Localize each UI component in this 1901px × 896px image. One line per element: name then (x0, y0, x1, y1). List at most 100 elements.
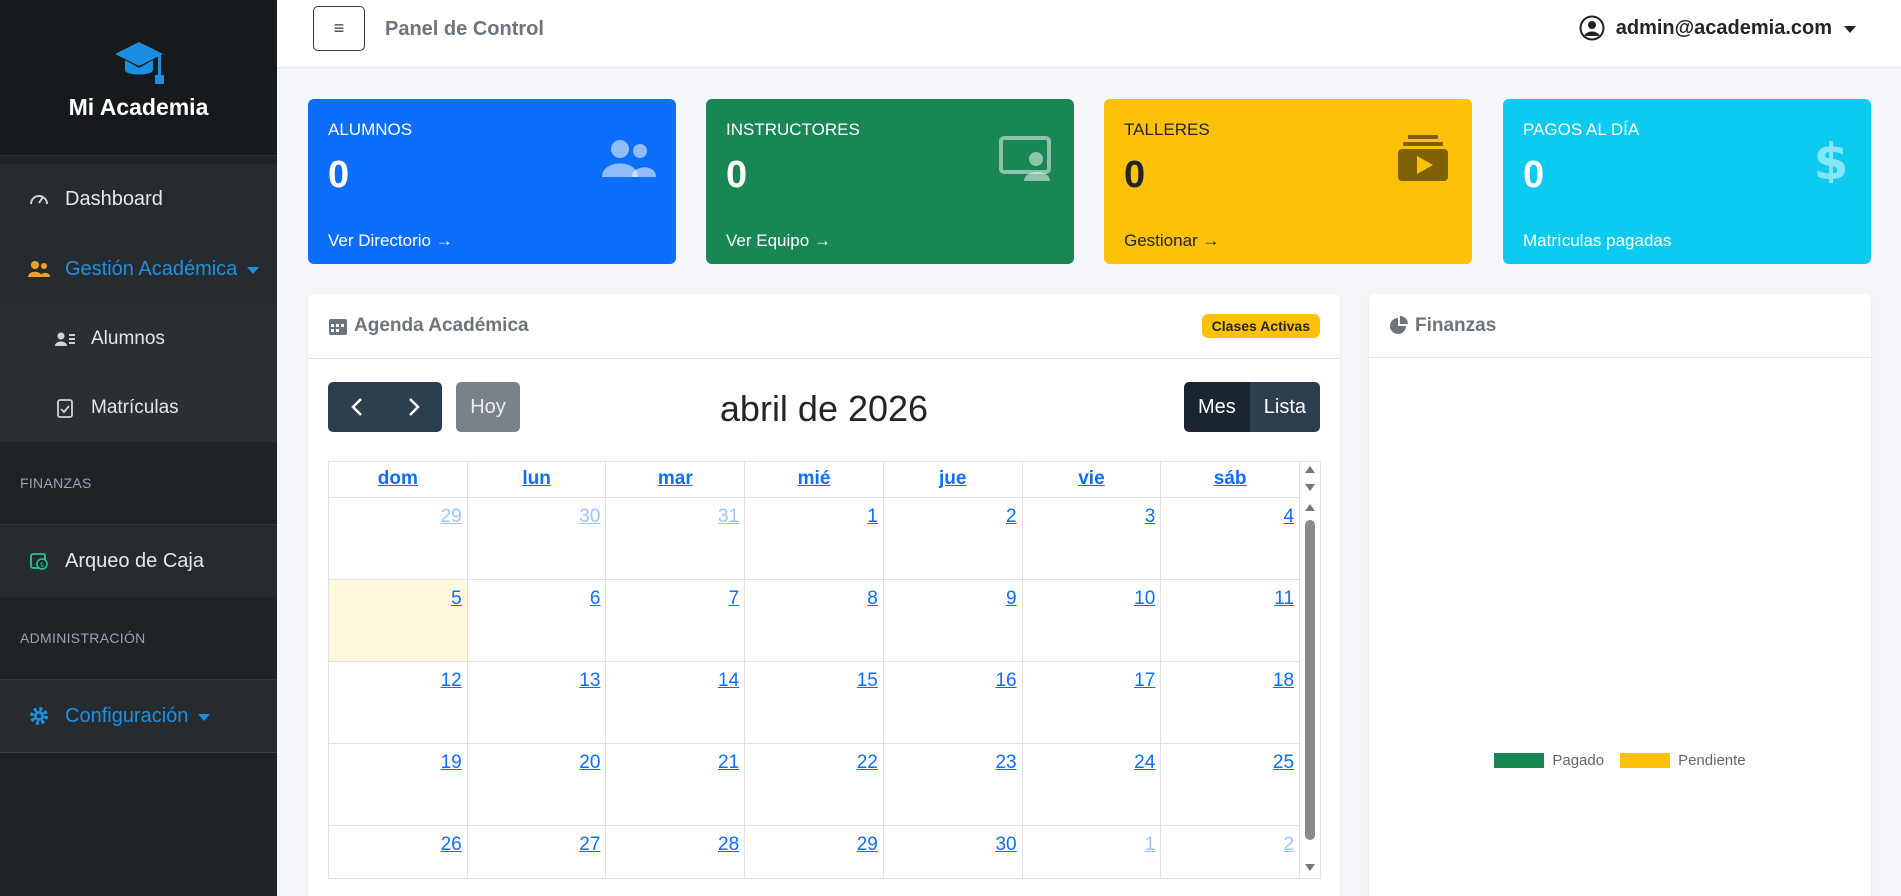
day-number[interactable]: 29 (441, 506, 462, 528)
day-number[interactable]: 22 (857, 752, 878, 774)
calendar-day-cell[interactable]: 26 (329, 826, 468, 878)
calendar-day-cell[interactable]: 10 (1023, 580, 1162, 661)
weekday-header[interactable]: jue (884, 462, 1023, 497)
scroll-up-icon[interactable] (1305, 504, 1315, 511)
prev-month-button[interactable] (328, 382, 385, 432)
day-number[interactable]: 18 (1273, 670, 1294, 692)
calendar-day-cell[interactable]: 2 (1161, 826, 1301, 878)
calendar-day-cell[interactable]: 18 (1161, 662, 1301, 743)
calendar-day-cell[interactable]: 17 (1023, 662, 1162, 743)
day-number[interactable]: 2 (1283, 834, 1294, 856)
day-number[interactable]: 26 (441, 834, 462, 856)
scroll-up-icon[interactable] (1305, 466, 1315, 473)
calendar-day-cell[interactable]: 29 (745, 826, 884, 878)
legend-item-pagado[interactable]: Pagado (1494, 752, 1604, 769)
day-number[interactable]: 24 (1134, 752, 1155, 774)
weekday-header[interactable]: dom (329, 462, 468, 497)
stat-link-matriculas-pagadas[interactable]: Matrículas pagadas (1523, 231, 1671, 251)
scroll-down-icon[interactable] (1305, 864, 1315, 871)
day-number[interactable]: 8 (867, 588, 878, 610)
day-number[interactable]: 14 (718, 670, 739, 692)
day-number[interactable]: 12 (441, 670, 462, 692)
sidebar-item-alumnos[interactable]: Alumnos (0, 304, 277, 373)
calendar-day-cell[interactable]: 30 (468, 498, 607, 579)
day-number[interactable]: 19 (441, 752, 462, 774)
day-number[interactable]: 27 (579, 834, 600, 856)
stat-link-ver-equipo[interactable]: Ver Equipo → (726, 231, 831, 251)
scroll-thumb[interactable] (1305, 520, 1315, 840)
day-number[interactable]: 30 (579, 506, 600, 528)
view-month-button[interactable]: Mes (1183, 382, 1250, 432)
weekday-header[interactable]: lun (468, 462, 607, 497)
day-number[interactable]: 9 (1006, 588, 1017, 610)
calendar-day-cell[interactable]: 20 (468, 744, 607, 825)
next-month-button[interactable] (385, 382, 442, 432)
day-number[interactable]: 31 (718, 506, 739, 528)
day-number[interactable]: 7 (729, 588, 740, 610)
day-number[interactable]: 10 (1134, 588, 1155, 610)
weekday-header[interactable]: mar (606, 462, 746, 497)
calendar-day-cell[interactable]: 2 (884, 498, 1023, 579)
day-number[interactable]: 16 (995, 670, 1016, 692)
calendar-day-cell[interactable]: 27 (468, 826, 607, 878)
calendar-day-cell[interactable]: 24 (1023, 744, 1162, 825)
calendar-day-cell[interactable]: 9 (884, 580, 1023, 661)
calendar-day-cell[interactable]: 1 (1023, 826, 1162, 878)
day-number[interactable]: 11 (1274, 588, 1294, 610)
calendar-day-cell[interactable]: 7 (606, 580, 746, 661)
day-number[interactable]: 3 (1145, 506, 1156, 528)
calendar-day-cell[interactable]: 14 (606, 662, 746, 743)
calendar-day-cell[interactable]: 19 (329, 744, 468, 825)
user-menu[interactable]: admin@academia.com (1579, 15, 1856, 41)
calendar-scrollbar[interactable] (1300, 462, 1320, 878)
day-number[interactable]: 5 (451, 588, 462, 610)
day-number[interactable]: 25 (1273, 752, 1294, 774)
calendar-day-cell[interactable]: 15 (745, 662, 884, 743)
calendar-day-cell[interactable]: 12 (329, 662, 468, 743)
calendar-day-cell[interactable]: 13 (468, 662, 607, 743)
calendar-day-cell[interactable]: 28 (606, 826, 746, 878)
calendar-day-cell[interactable]: 30 (884, 826, 1023, 878)
day-number[interactable]: 13 (579, 670, 600, 692)
day-number[interactable]: 4 (1283, 506, 1294, 528)
calendar-day-cell[interactable]: 25 (1161, 744, 1301, 825)
sidebar-item-gestion-academica[interactable]: Gestión Académica (0, 234, 277, 304)
calendar-day-cell[interactable]: 21 (606, 744, 746, 825)
calendar-day-cell[interactable]: 8 (745, 580, 884, 661)
sidebar-item-arqueo-de-caja[interactable]: $ Arqueo de Caja (0, 525, 277, 597)
day-number[interactable]: 17 (1134, 670, 1155, 692)
weekday-header[interactable]: sáb (1161, 462, 1301, 497)
brand[interactable]: Mi Academia (0, 0, 277, 156)
sidebar-toggle-button[interactable]: ≡ (313, 6, 365, 51)
calendar-day-cell[interactable]: 4 (1161, 498, 1301, 579)
day-number[interactable]: 2 (1006, 506, 1017, 528)
day-number[interactable]: 1 (867, 506, 878, 528)
calendar-day-cell[interactable]: 1 (745, 498, 884, 579)
day-number[interactable]: 21 (718, 752, 739, 774)
day-number[interactable]: 6 (590, 588, 601, 610)
sidebar-item-matriculas[interactable]: Matrículas (0, 373, 277, 442)
weekday-header[interactable]: vie (1023, 462, 1162, 497)
day-number[interactable]: 1 (1145, 834, 1156, 856)
view-list-button[interactable]: Lista (1249, 382, 1320, 432)
day-number[interactable]: 29 (857, 834, 878, 856)
sidebar-item-dashboard[interactable]: Dashboard (0, 164, 277, 234)
weekday-header[interactable]: mié (745, 462, 884, 497)
day-number[interactable]: 30 (995, 834, 1016, 856)
day-number[interactable]: 15 (857, 670, 878, 692)
calendar-day-cell[interactable]: 16 (884, 662, 1023, 743)
stat-link-gestionar[interactable]: Gestionar → (1124, 231, 1219, 251)
calendar-day-cell[interactable]: 3 (1023, 498, 1162, 579)
day-number[interactable]: 28 (718, 834, 739, 856)
calendar-day-cell[interactable]: 6 (468, 580, 607, 661)
calendar-day-cell[interactable]: 22 (745, 744, 884, 825)
calendar-day-cell[interactable]: 31 (606, 498, 746, 579)
sidebar-item-configuracion[interactable]: Configuración (0, 680, 277, 752)
calendar-day-cell[interactable]: 11 (1161, 580, 1301, 661)
legend-item-pendiente[interactable]: Pendiente (1620, 752, 1746, 769)
day-number[interactable]: 23 (995, 752, 1016, 774)
today-button[interactable]: Hoy (456, 382, 520, 432)
calendar-day-cell[interactable]: 23 (884, 744, 1023, 825)
scroll-down-icon[interactable] (1305, 484, 1315, 491)
calendar-day-cell[interactable]: 29 (329, 498, 468, 579)
